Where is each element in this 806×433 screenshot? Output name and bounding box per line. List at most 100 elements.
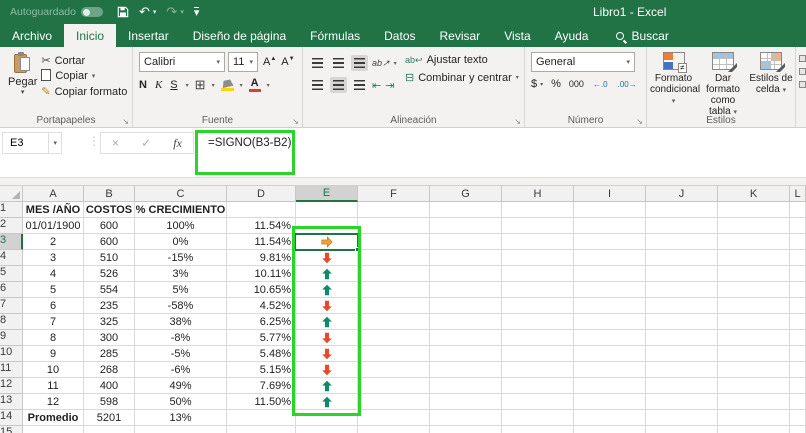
row-header-12[interactable]: 12 (0, 378, 23, 394)
cancel-icon[interactable]: × (112, 136, 119, 150)
column-header-I[interactable]: I (574, 186, 646, 202)
italic-button[interactable]: K (155, 79, 162, 91)
cell-C3[interactable]: 0% (135, 234, 227, 250)
cell-D12[interactable]: 7.69% (227, 378, 296, 394)
cell-L1[interactable] (790, 202, 806, 218)
cell-B4[interactable]: 510 (84, 250, 135, 266)
cell-K2[interactable] (718, 218, 790, 234)
cell-I2[interactable] (574, 218, 646, 234)
cell-L5[interactable] (790, 266, 806, 282)
cell-E11[interactable] (296, 362, 358, 378)
cell-J3[interactable] (646, 234, 718, 250)
grow-font-button[interactable]: A ▲ (263, 56, 276, 68)
cell-D9[interactable]: 5.77% (227, 330, 296, 346)
name-box-chevron-down-icon[interactable]: ▾ (48, 133, 61, 153)
cell-G4[interactable] (430, 250, 502, 266)
font-family-combobox[interactable]: Calibri ▾ (139, 52, 225, 72)
cell-F14[interactable] (358, 410, 430, 426)
cell-B3[interactable]: 600 (84, 234, 135, 250)
cell-J12[interactable] (646, 378, 718, 394)
cell-E3[interactable] (296, 234, 358, 250)
cell-L4[interactable] (790, 250, 806, 266)
undo-icon[interactable]: ↶ (139, 4, 150, 20)
currency-button[interactable]: $ ▾ (531, 78, 543, 90)
cell-D4[interactable]: 9.81% (227, 250, 296, 266)
merge-center-button[interactable]: ⊟ Combinar y centrar ▾ (405, 71, 519, 85)
cell-D11[interactable]: 5.15% (227, 362, 296, 378)
cell-D14[interactable] (227, 410, 296, 426)
column-header-A[interactable]: A (23, 186, 84, 202)
tab-revisar[interactable]: Revisar (428, 24, 493, 47)
cell-F8[interactable] (358, 314, 430, 330)
cell-I5[interactable] (574, 266, 646, 282)
column-header-F[interactable]: F (358, 186, 430, 202)
cell-E9[interactable] (296, 330, 358, 346)
column-header-L[interactable]: L (790, 186, 806, 202)
cell-K14[interactable] (718, 410, 790, 426)
cell-A6[interactable]: 5 (23, 282, 84, 298)
increase-indent-button[interactable]: ⇥ (385, 79, 394, 92)
cell-F6[interactable] (358, 282, 430, 298)
cell-D15[interactable] (227, 426, 296, 433)
undo-chevron-down-icon[interactable]: ▾ (153, 8, 157, 16)
cell-L6[interactable] (790, 282, 806, 298)
cell-A14[interactable]: Promedio (23, 410, 84, 426)
cell-I14[interactable] (574, 410, 646, 426)
enter-check-icon[interactable]: ✓ (141, 136, 151, 150)
cell-E15[interactable] (296, 426, 358, 433)
cell-B12[interactable]: 400 (84, 378, 135, 394)
decrease-indent-button[interactable]: ⇤ (372, 79, 381, 92)
conditional-formatting-button[interactable]: Formato condicional ▾ (650, 52, 700, 111)
insert-function-icon[interactable]: fx (173, 136, 182, 151)
tab-fórmulas[interactable]: Fórmulas (298, 24, 372, 47)
column-header-C[interactable]: C (135, 186, 227, 202)
align-center-button[interactable] (330, 77, 347, 93)
dialog-launcher-icon[interactable]: ↘ (122, 117, 129, 126)
cell-G6[interactable] (430, 282, 502, 298)
cell-G13[interactable] (430, 394, 502, 410)
tab-diseño-de-página[interactable]: Diseño de página (181, 24, 298, 47)
cell-D2[interactable]: 11.54% (227, 218, 296, 234)
name-box[interactable]: E3 ▾ (2, 132, 62, 154)
cell-E14[interactable] (296, 410, 358, 426)
cell-A13[interactable]: 12 (23, 394, 84, 410)
formula-bar-handle[interactable]: ⋮ (88, 134, 100, 148)
save-icon[interactable] (117, 6, 129, 18)
autosave-toggle[interactable] (80, 7, 103, 17)
cell-K8[interactable] (718, 314, 790, 330)
cell-B10[interactable]: 285 (84, 346, 135, 362)
cell-A3[interactable]: 2 (23, 234, 84, 250)
dialog-launcher-icon[interactable]: ↘ (292, 117, 299, 126)
cell-styles-button[interactable]: Estilos de celda ▾ (749, 52, 793, 111)
cell-H7[interactable] (502, 298, 574, 314)
cell-C8[interactable]: 38% (135, 314, 227, 330)
comma-style-button[interactable]: 000 (569, 79, 584, 89)
cell-L9[interactable] (790, 330, 806, 346)
cell-I15[interactable] (574, 426, 646, 433)
cell-A10[interactable]: 9 (23, 346, 84, 362)
cell-K3[interactable] (718, 234, 790, 250)
cell-J15[interactable] (646, 426, 718, 433)
row-header-13[interactable]: 13 (0, 394, 23, 410)
cell-J14[interactable] (646, 410, 718, 426)
cell-J10[interactable] (646, 346, 718, 362)
cell-K15[interactable] (718, 426, 790, 433)
fill-color-button[interactable] (220, 80, 234, 91)
cell-F2[interactable] (358, 218, 430, 234)
cell-F3[interactable] (358, 234, 430, 250)
row-header-4[interactable]: 4 (0, 250, 23, 266)
cell-K13[interactable] (718, 394, 790, 410)
cell-K9[interactable] (718, 330, 790, 346)
cell-F5[interactable] (358, 266, 430, 282)
cell-A4[interactable]: 3 (23, 250, 84, 266)
cell-D8[interactable]: 6.25% (227, 314, 296, 330)
cell-H8[interactable] (502, 314, 574, 330)
cell-J5[interactable] (646, 266, 718, 282)
cell-C9[interactable]: -8% (135, 330, 227, 346)
cell-A9[interactable]: 8 (23, 330, 84, 346)
column-header-J[interactable]: J (646, 186, 718, 202)
fill-color-chevron-down-icon[interactable]: ▾ (240, 82, 243, 89)
underline-chevron-down-icon[interactable]: ▾ (186, 82, 189, 89)
row-header-6[interactable]: 6 (0, 282, 23, 298)
cell-I9[interactable] (574, 330, 646, 346)
